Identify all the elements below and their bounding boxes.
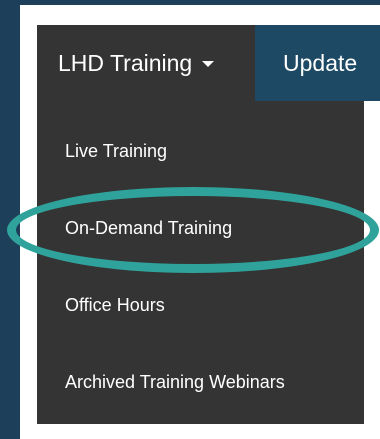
dropdown-menu: Live Training On-Demand Training Office … bbox=[37, 101, 364, 424]
caret-down-icon bbox=[202, 61, 215, 67]
nav-item-lhd-training[interactable]: LHD Training bbox=[37, 25, 255, 101]
menu-item-office-hours[interactable]: Office Hours bbox=[65, 295, 165, 316]
nav-item-label: LHD Training bbox=[58, 49, 193, 76]
main-nav-bar: LHD Training Update bbox=[37, 25, 380, 101]
menu-item-live-training[interactable]: Live Training bbox=[65, 141, 167, 162]
menu-item-archived-training-webinars[interactable]: Archived Training Webinars bbox=[65, 372, 285, 393]
menu-item-on-demand-training[interactable]: On-Demand Training bbox=[65, 218, 232, 239]
nav-item-label: Update bbox=[283, 49, 358, 76]
nav-item-updates[interactable]: Update bbox=[255, 25, 380, 101]
